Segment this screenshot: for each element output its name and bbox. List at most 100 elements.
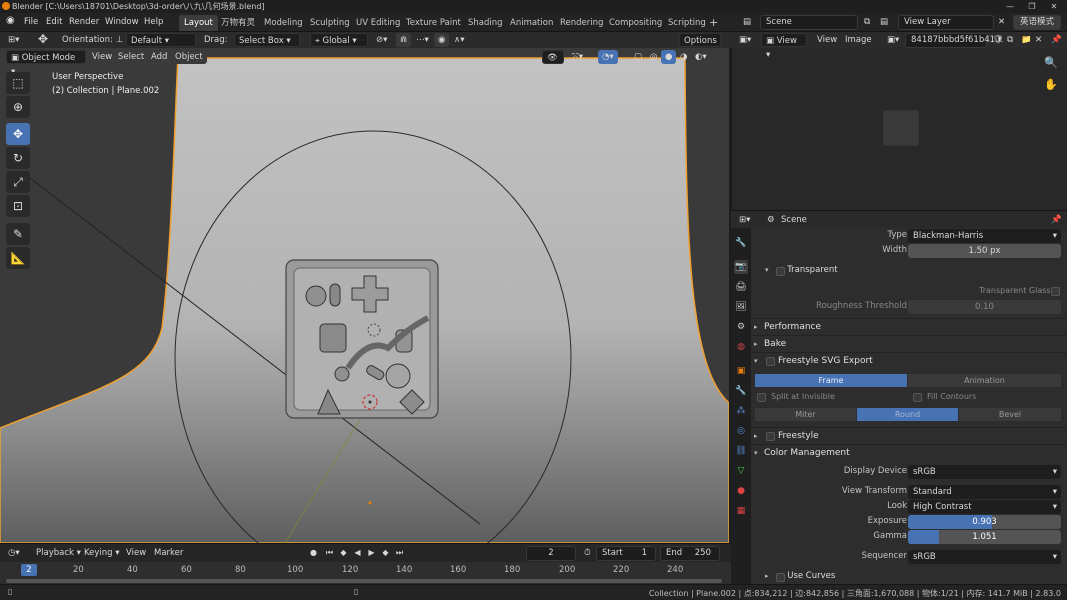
modifier-tab-icon[interactable]: 🔧 <box>734 384 748 398</box>
snap-icon[interactable]: ⋒ <box>396 33 412 47</box>
menu-edit[interactable]: Edit <box>46 17 62 27</box>
round-button[interactable]: Round <box>857 408 958 421</box>
menu-help[interactable]: Help <box>144 17 163 27</box>
svg-animation-button[interactable]: Animation <box>908 374 1061 387</box>
scale-tool-icon[interactable]: ⤢ <box>6 171 30 193</box>
image-menu-image[interactable]: Image <box>841 33 876 47</box>
minimize-icon[interactable]: — <box>999 0 1021 13</box>
falloff-icon[interactable]: ∧▾ <box>450 33 469 47</box>
svg-frame-button[interactable]: Frame <box>755 374 907 387</box>
transparent-checkbox[interactable] <box>776 267 785 276</box>
cursor-tool-icon[interactable]: ⊕ <box>6 96 30 118</box>
timeline-view-menu[interactable]: View <box>122 546 150 560</box>
small-sphere-object[interactable] <box>334 366 350 382</box>
play-reverse-icon[interactable]: ◀ <box>352 547 363 558</box>
view-layer-tab-icon[interactable]: 🖼 <box>734 300 748 314</box>
language-mode-button[interactable]: 英语模式 <box>1013 15 1061 30</box>
tab-shading[interactable]: Shading <box>463 15 508 31</box>
gizmo-icon[interactable]: ⤧▾ <box>568 50 587 64</box>
move-tool-icon[interactable]: ✥ <box>34 32 52 46</box>
annotate-tool-icon[interactable]: ✎ <box>6 223 30 245</box>
options-dropdown[interactable]: Options ▾ <box>679 33 721 60</box>
filter-width-field[interactable]: 1.50 px <box>908 244 1061 258</box>
timeline[interactable]: 2 20 40 60 80 100 120 140 160 180 200 22… <box>0 562 731 584</box>
hand-icon[interactable]: ✋ <box>1044 78 1058 91</box>
roughness-field[interactable]: 0.10 <box>908 300 1061 314</box>
texture-tab-icon[interactable]: ▦ <box>734 504 748 518</box>
menu-object[interactable]: Object <box>171 50 207 64</box>
performance-panel[interactable]: ▸ Performance <box>751 318 1067 335</box>
image-menu-view[interactable]: View <box>813 33 841 47</box>
prev-keyframe-icon[interactable]: ◆ <box>338 547 349 558</box>
cylinder-object[interactable] <box>319 323 347 353</box>
use-curves-expand-icon[interactable]: ▸ <box>765 572 769 580</box>
properties-editor-type-icon[interactable]: ⊞▾ <box>735 213 754 227</box>
filter-type-dropdown[interactable]: Blackman-Harris ▾ <box>908 229 1061 243</box>
3d-viewport[interactable]: ▣ Object Mode ▾ View Select Add Object 👁… <box>0 48 729 543</box>
menu-select[interactable]: Select <box>114 50 148 64</box>
playback-menu[interactable]: Playback ▾ <box>32 546 85 560</box>
view-transform-dropdown[interactable]: Standard ▾ <box>908 485 1061 499</box>
properties-pin-icon[interactable]: 📌 <box>1047 213 1066 227</box>
menu-render[interactable]: Render <box>69 17 99 27</box>
tab-modeling[interactable]: Modeling <box>259 15 308 31</box>
next-keyframe-icon[interactable]: ◆ <box>380 547 391 558</box>
marker-menu[interactable]: Marker <box>150 546 187 560</box>
freestyle-panel[interactable]: ▸ Freestyle <box>751 427 1067 444</box>
unlink-image-icon[interactable]: ✕ <box>1031 33 1046 47</box>
fill-contours-checkbox[interactable] <box>913 393 922 402</box>
editor-type-icon[interactable]: ⊞▾ <box>4 33 23 47</box>
scene-tab-icon[interactable]: ⚙ <box>734 320 748 334</box>
add-workspace-icon[interactable]: + <box>704 15 723 31</box>
view-layer-icon[interactable]: ▤ <box>880 17 888 27</box>
transform-tool-icon[interactable]: ⊡ <box>6 195 30 217</box>
image-browse-icon[interactable]: ▣▾ <box>883 33 903 47</box>
menu-add[interactable]: Add <box>147 50 171 64</box>
color-management-panel[interactable]: ▾ Color Management <box>751 444 1067 461</box>
world-tab-icon[interactable]: ◍ <box>734 340 748 354</box>
new-scene-icon[interactable]: ⧉ <box>864 17 870 27</box>
proportional-edit-icon[interactable]: ◉ <box>434 33 450 47</box>
look-dropdown[interactable]: High Contrast ▾ <box>908 500 1061 514</box>
data-tab-icon[interactable]: ▽ <box>734 464 748 478</box>
sequencer-dropdown[interactable]: sRGB ▾ <box>908 550 1061 564</box>
exposure-slider[interactable]: 0.903 <box>908 515 1061 529</box>
orientation-dropdown[interactable]: Default ▾ <box>126 33 196 47</box>
move-tool-button[interactable]: ✥ <box>6 123 30 145</box>
svg-export-panel[interactable]: ▾ Freestyle SVG Export <box>751 352 1067 369</box>
xray-icon[interactable]: ▢ <box>630 50 646 64</box>
rotate-tool-icon[interactable]: ↻ <box>6 147 30 169</box>
split-invisible-checkbox[interactable] <box>757 393 766 402</box>
bake-panel[interactable]: ▸ Bake <box>751 335 1067 352</box>
select-box-tool-icon[interactable]: ⬚ <box>6 72 30 94</box>
tab-compositing[interactable]: Compositing <box>604 15 667 31</box>
miter-button[interactable]: Miter <box>755 408 856 421</box>
image-name-field[interactable]: 84187bbbd5f61b41... <box>905 33 1003 48</box>
remove-view-layer-icon[interactable]: ✕ <box>998 17 1005 27</box>
scene-field[interactable]: Scene <box>760 15 858 30</box>
stopwatch-icon[interactable]: ⏱ <box>580 546 595 560</box>
maximize-icon[interactable]: ❐ <box>1021 0 1043 13</box>
tab-layout[interactable]: Layout <box>179 15 218 31</box>
scene-selector-icon[interactable]: ▤ <box>743 17 751 27</box>
sphere-object[interactable] <box>305 285 327 307</box>
image-view-dropdown[interactable]: ▣ View ▾ <box>761 33 807 60</box>
physics-tab-icon[interactable]: ◎ <box>734 424 748 438</box>
drag-dropdown[interactable]: Select Box ▾ <box>234 33 300 47</box>
mode-dropdown[interactable]: ▣ Object Mode ▾ <box>6 50 86 77</box>
overlay-icon[interactable]: ◔▾ <box>598 50 618 64</box>
solid-shading-icon[interactable]: ● <box>661 50 677 64</box>
measure-tool-icon[interactable]: 📐 <box>6 247 30 269</box>
end-frame-field[interactable]: End 250 <box>660 546 720 561</box>
capsule-object[interactable] <box>329 283 341 307</box>
object-tab-icon[interactable]: ▣ <box>734 364 748 378</box>
tab-animation[interactable]: Animation <box>505 15 558 31</box>
particles-tab-icon[interactable]: ⁂ <box>734 404 748 418</box>
disk-object[interactable] <box>385 363 411 389</box>
start-frame-field[interactable]: Start 1 <box>596 546 656 561</box>
transform-orientation-dropdown[interactable]: ⌖ Global ▾ <box>310 33 368 47</box>
zoom-icon[interactable]: 🔍 <box>1044 56 1058 69</box>
display-device-dropdown[interactable]: sRGB ▾ <box>908 465 1061 479</box>
constraints-tab-icon[interactable]: ⛓ <box>734 444 748 458</box>
timeline-scrollbar[interactable] <box>6 579 722 583</box>
